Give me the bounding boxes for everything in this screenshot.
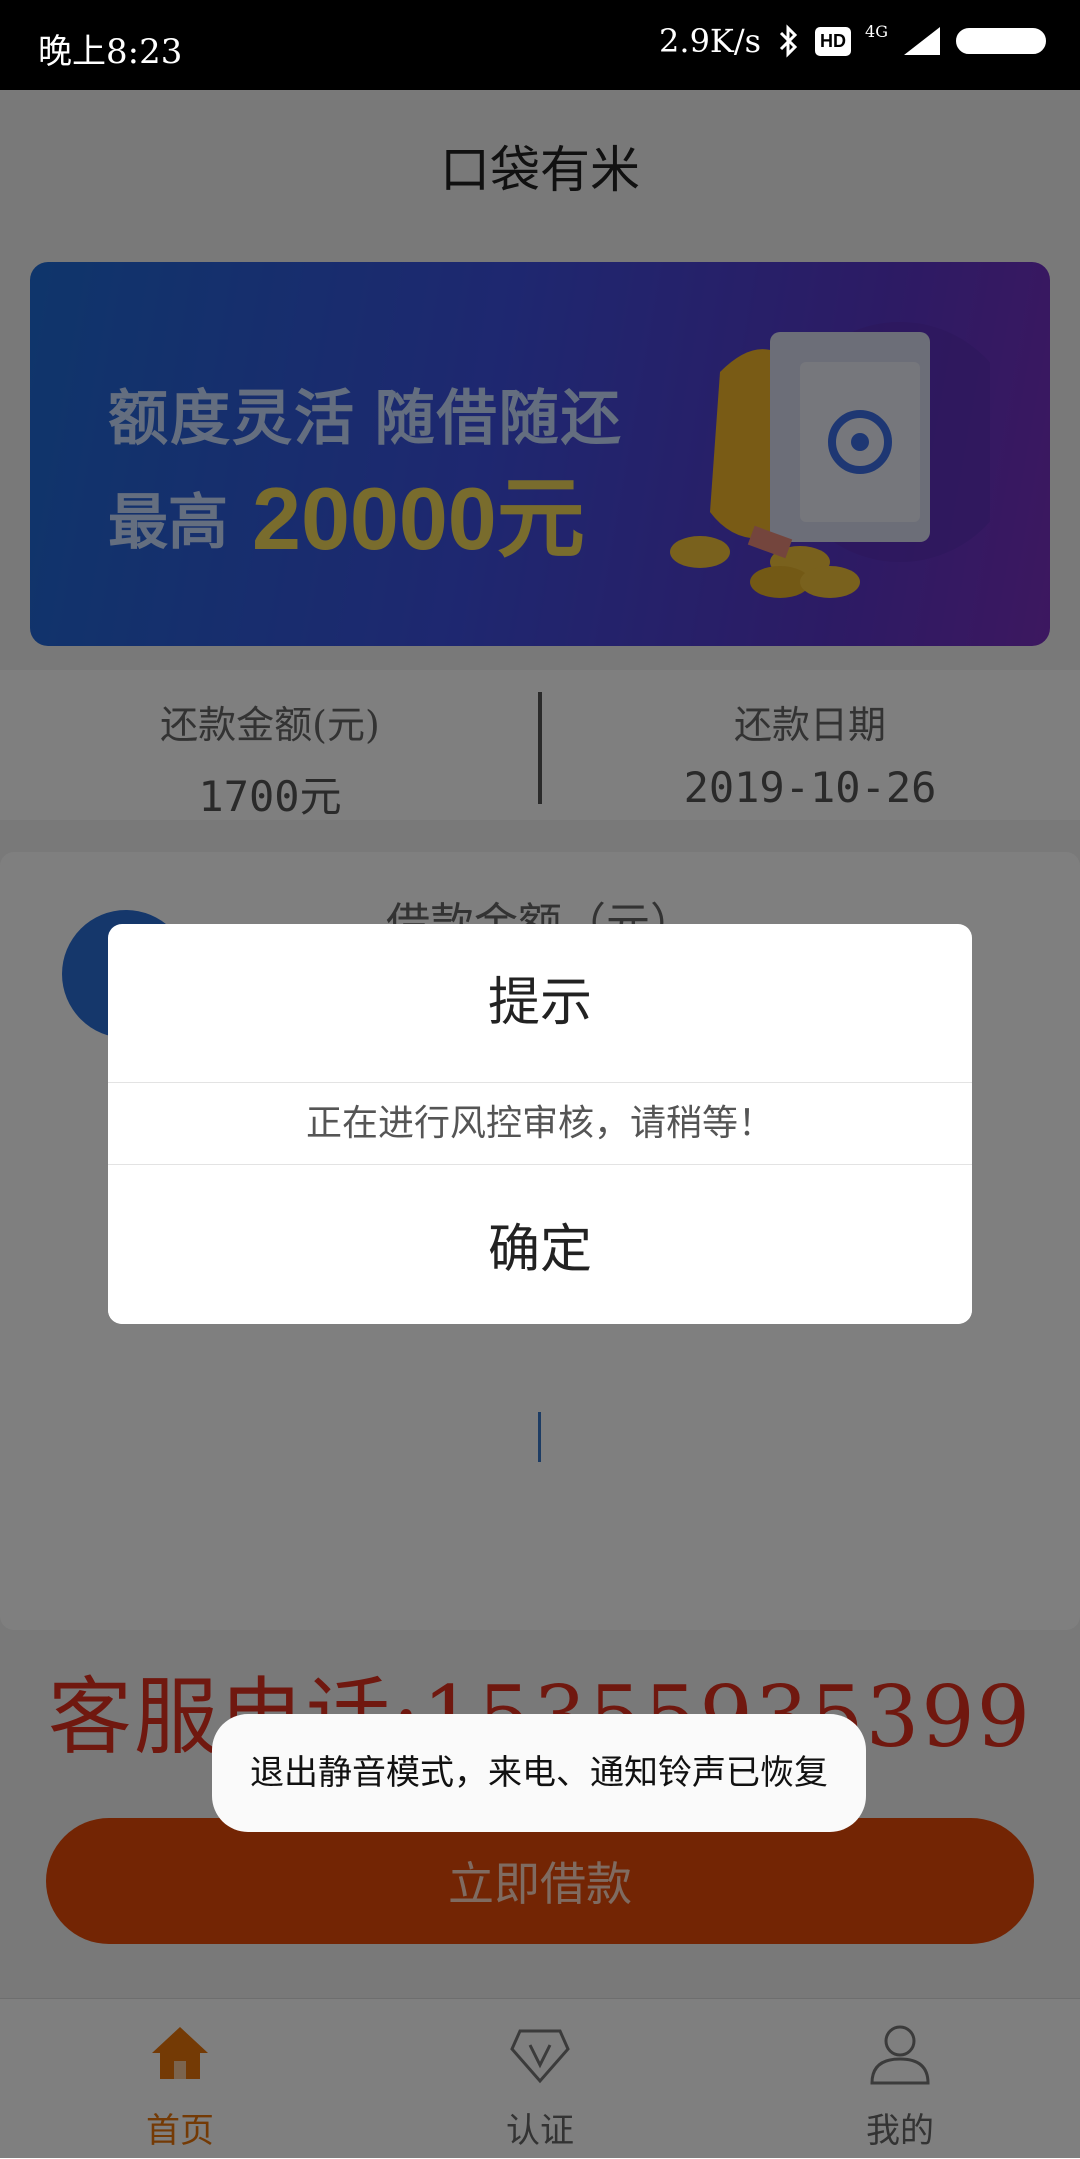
hd-icon: HD [815,26,852,56]
system-toast: 退出静音模式，来电、通知铃声已恢复 [212,1714,866,1832]
dialog-title: 提示 [487,973,592,1033]
battery-icon [956,28,1046,54]
dialog-divider-top [108,1082,972,1083]
bluetooth-icon [779,24,798,58]
signal-icon [904,27,940,55]
dialog-message: 正在进行风控审核，请稍等！ [305,1103,774,1144]
status-bar: 晚上8:23 2.9K/s HD 4G [0,0,1080,90]
status-time: 晚上8:23 [38,32,183,72]
status-icons: 2.9K/s HD 4G [659,22,1046,60]
dialog-confirm-button[interactable]: 确定 [108,1165,972,1324]
alert-dialog: 提示 正在进行风控审核，请稍等！ 确定 [108,924,972,1324]
network-type: 4G [865,21,888,41]
network-speed: 2.9K/s [659,22,762,60]
